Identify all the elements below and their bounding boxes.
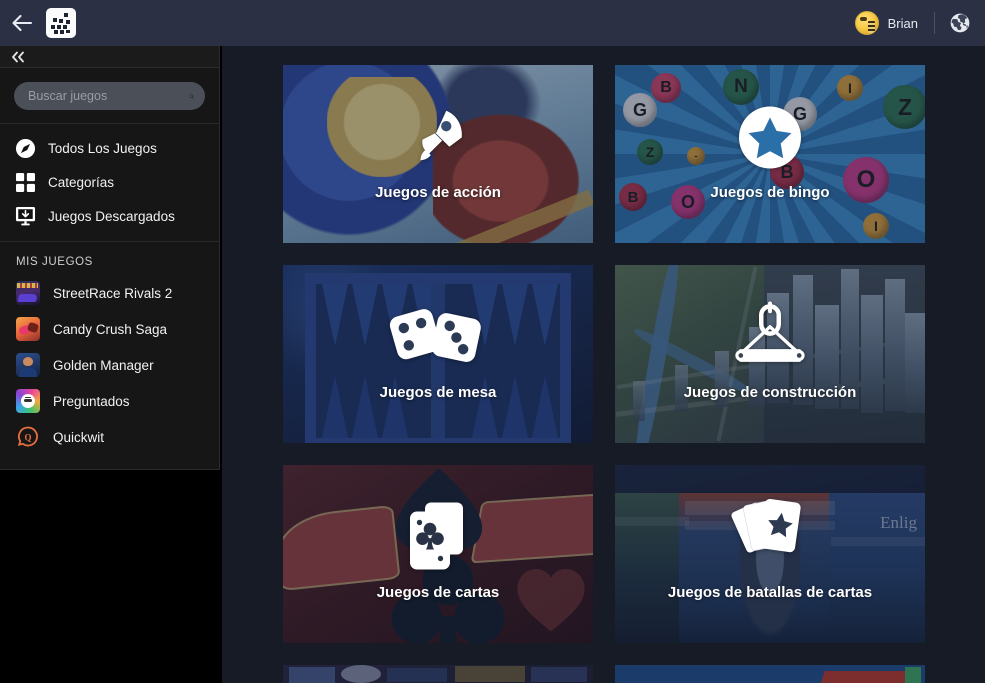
card-title: Juegos de batallas de cartas <box>667 584 873 601</box>
list-item-streetrace-rivals-2[interactable]: StreetRace Rivals 2 <box>0 275 219 311</box>
category-card-row4-right[interactable] <box>615 665 925 683</box>
game-label: StreetRace Rivals 2 <box>53 285 173 301</box>
search-input[interactable] <box>28 89 189 103</box>
language-button[interactable] <box>949 12 971 34</box>
category-card-cartas[interactable]: Juegos de cartas <box>283 465 593 643</box>
game-thumb-quickwit-icon: Q <box>16 425 40 449</box>
game-label: Candy Crush Saga <box>53 321 168 337</box>
user-menu[interactable]: Brian <box>854 11 918 35</box>
svg-text:Q: Q <box>24 433 31 443</box>
category-grid: Juegos de acción BGNGIZZ-BOBOI Juegos de… <box>222 46 985 683</box>
my-games-header: MIS JUEGOS <box>16 256 93 268</box>
game-launcher-app: Brian Buscar juegos Todos Los Juegos Cat… <box>0 0 985 683</box>
list-item-candy-crush-saga[interactable]: Candy Crush Saga <box>0 311 219 347</box>
card-title: Juegos de mesa <box>379 384 497 401</box>
back-button[interactable] <box>0 0 44 46</box>
game-label: Quickwit <box>53 429 105 445</box>
playing-cards-club-icon <box>405 500 471 579</box>
top-bar: Brian <box>0 0 985 46</box>
category-card-row4-left[interactable] <box>283 665 593 683</box>
compass-icon <box>14 137 36 159</box>
category-card-bingo[interactable]: BGNGIZZ-BOBOI Juegos de bingo <box>615 65 925 243</box>
card-title: Juegos de bingo <box>710 184 830 201</box>
divider <box>934 12 935 34</box>
game-thumb-goldenmanager-icon <box>16 353 40 377</box>
star-circle-icon <box>738 105 802 174</box>
avatar <box>854 11 879 35</box>
sidebar: Todos Los Juegos Categorías <box>0 46 222 683</box>
back-arrow-icon <box>12 14 33 32</box>
search-container <box>0 68 219 123</box>
my-games-list: StreetRace Rivals 2 Candy Crush Saga Gol… <box>0 275 219 455</box>
list-item-golden-manager[interactable]: Golden Manager <box>0 347 219 383</box>
globe-icon <box>950 13 970 33</box>
sidebar-item-label: Categorías <box>48 174 115 190</box>
double-chevron-left-icon <box>12 51 24 62</box>
search-box[interactable] <box>14 82 205 110</box>
game-label: Golden Manager <box>53 357 154 373</box>
search-icon[interactable] <box>189 89 194 104</box>
category-card-accion[interactable]: Juegos de acción <box>283 65 593 243</box>
user-name: Brian <box>887 15 918 31</box>
grid-squares-icon <box>14 171 36 193</box>
sidebar-panel: Todos Los Juegos Categorías <box>0 68 220 470</box>
sidebar-item-categorias[interactable]: Categorías <box>0 165 219 199</box>
sidebar-item-todos-los-juegos[interactable]: Todos Los Juegos <box>0 131 219 165</box>
list-item-preguntados[interactable]: Preguntados <box>0 383 219 419</box>
card-overlay <box>615 665 925 683</box>
sidebar-item-juegos-descargados[interactable]: Juegos Descargados <box>0 199 219 233</box>
monitor-download-icon <box>14 205 36 227</box>
category-card-batallas-de-cartas[interactable]: Enlig Juegos de batallas de cartas <box>615 465 925 643</box>
top-bar-right: Brian <box>854 0 985 46</box>
sidebar-item-label: Juegos Descargados <box>48 208 175 224</box>
dice-pair-icon <box>388 303 488 376</box>
list-item-quickwit[interactable]: Q Quickwit <box>0 419 219 455</box>
sidebar-collapse-button[interactable] <box>0 46 220 68</box>
game-thumb-streetrace-icon <box>16 281 40 305</box>
category-card-mesa[interactable]: Juegos de mesa <box>283 265 593 443</box>
cards-star-icon <box>731 497 809 576</box>
game-label: Preguntados <box>53 393 130 409</box>
sidebar-item-label: Todos Los Juegos <box>48 140 157 156</box>
game-thumb-candycrush-icon <box>16 317 40 341</box>
dice-app-logo-icon[interactable] <box>46 8 76 38</box>
rocket-icon <box>405 104 471 175</box>
category-card-construccion[interactable]: Juegos de construcción <box>615 265 925 443</box>
sidebar-nav-group: Todos Los Juegos Categorías Juegos Desca… <box>0 123 219 242</box>
main-content: Juegos de acción BGNGIZZ-BOBOI Juegos de… <box>222 46 985 683</box>
card-title: Juegos de cartas <box>376 584 500 601</box>
card-title: Juegos de construcción <box>683 384 857 401</box>
card-overlay <box>283 665 593 683</box>
card-title: Juegos de acción <box>375 184 501 201</box>
crane-hook-icon <box>731 301 809 378</box>
game-thumb-preguntados-icon <box>16 389 40 413</box>
